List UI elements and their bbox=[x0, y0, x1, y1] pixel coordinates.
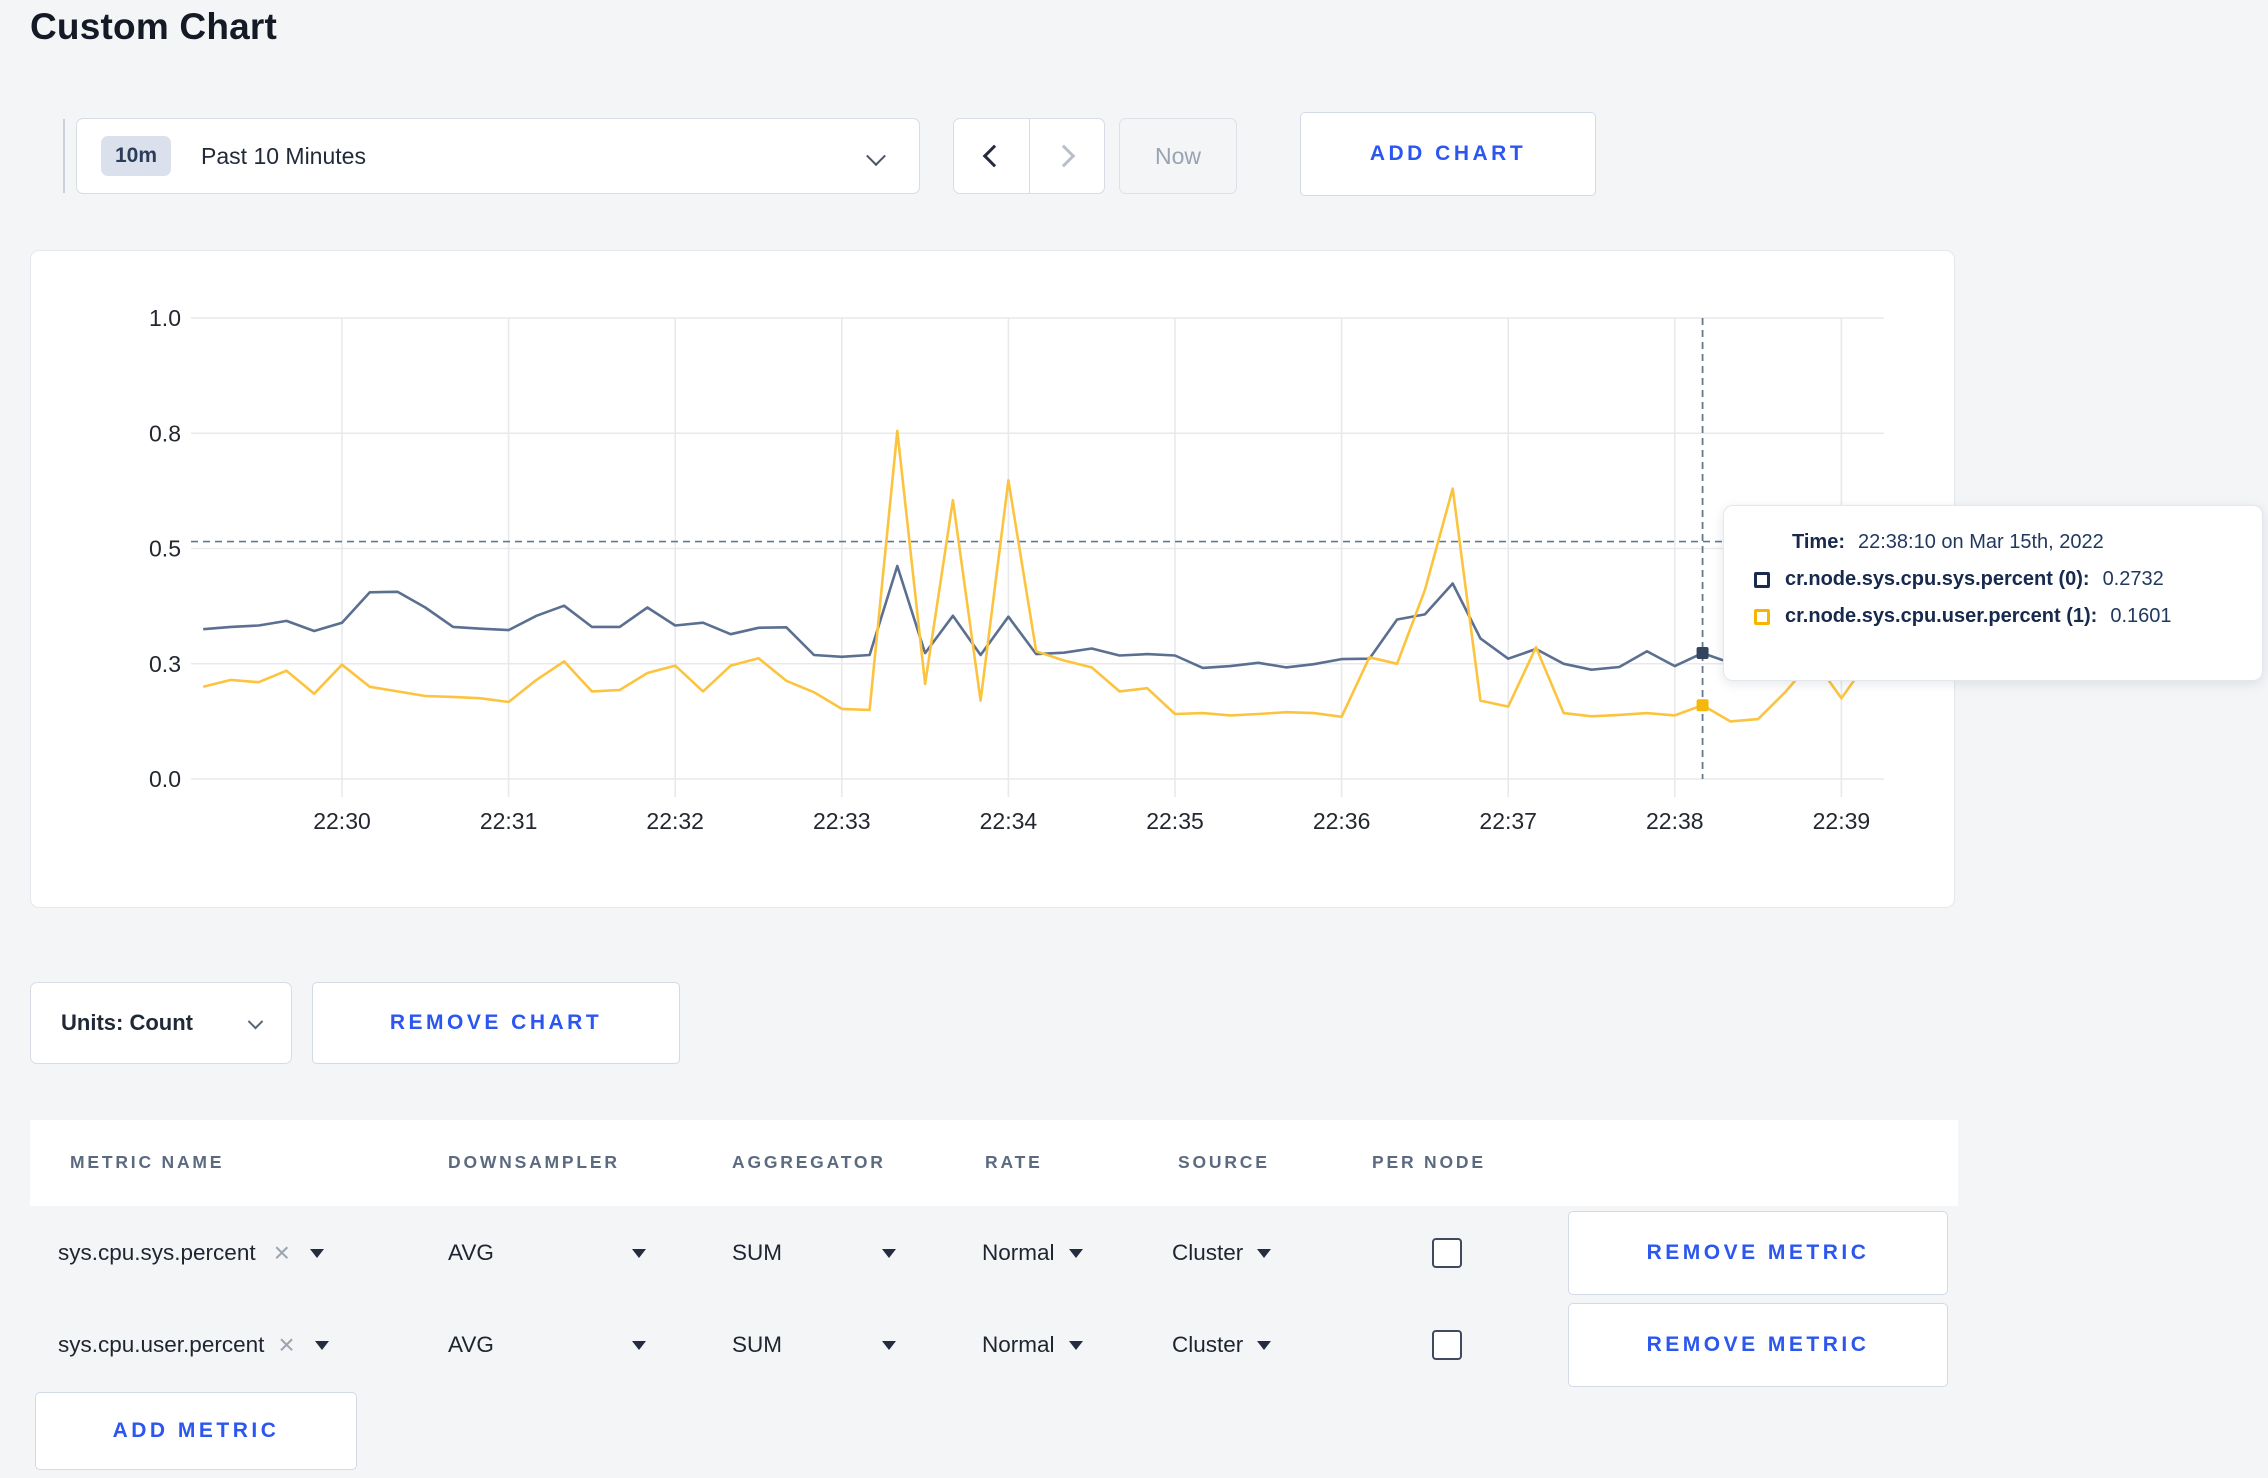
downsampler-select[interactable]: AVG bbox=[448, 1240, 646, 1266]
x-tick-label: 22:33 bbox=[813, 808, 871, 834]
metric-name-select[interactable]: sys.cpu.sys.percent × bbox=[58, 1239, 324, 1267]
units-select[interactable]: Units: Count bbox=[30, 982, 292, 1064]
page-title: Custom Chart bbox=[30, 6, 278, 47]
x-tick-label: 22:31 bbox=[480, 808, 538, 834]
caret-down-icon bbox=[1068, 1248, 1083, 1258]
time-range-badge: 10m bbox=[101, 136, 172, 176]
series-sys-swatch-icon bbox=[1754, 571, 1770, 588]
next-range-button[interactable] bbox=[1028, 119, 1105, 193]
x-tick-label: 22:34 bbox=[980, 808, 1038, 834]
series-user-swatch-icon bbox=[1754, 608, 1770, 625]
rate-select[interactable]: Normal bbox=[982, 1332, 1083, 1358]
per-node-checkbox[interactable] bbox=[1432, 1330, 1462, 1360]
now-button[interactable]: Now bbox=[1119, 118, 1237, 194]
series-line bbox=[202, 429, 1871, 723]
tooltip-series-name: cr.node.sys.cpu.sys.percent (0): bbox=[1785, 568, 2090, 590]
chart-hover-tooltip: Time: 22:38:10 on Mar 15th, 2022 cr.node… bbox=[1723, 505, 2263, 681]
chevron-left-icon bbox=[982, 144, 1006, 168]
x-tick-label: 22:38 bbox=[1646, 808, 1704, 834]
table-row: sys.cpu.sys.percent × AVG SUM Normal Clu… bbox=[0, 1210, 2268, 1296]
caret-down-icon bbox=[631, 1340, 646, 1350]
caret-down-icon bbox=[1257, 1248, 1272, 1258]
remove-metric-button[interactable]: REMOVE METRIC bbox=[1568, 1211, 1948, 1295]
metric-name-select[interactable]: sys.cpu.user.percent × bbox=[58, 1331, 329, 1359]
metrics-table-header: METRIC NAME DOWNSAMPLER AGGREGATOR RATE … bbox=[30, 1120, 1958, 1206]
clear-metric-icon[interactable]: × bbox=[278, 1331, 294, 1359]
aggregator-select[interactable]: SUM bbox=[732, 1240, 896, 1266]
caret-down-icon bbox=[882, 1248, 896, 1258]
caret-down-icon bbox=[1257, 1340, 1272, 1350]
tooltip-series-row: cr.node.sys.cpu.sys.percent (0): 0.2732 bbox=[1754, 568, 2236, 591]
column-header-downsampler: DOWNSAMPLER bbox=[448, 1152, 620, 1172]
x-tick-label: 22:30 bbox=[313, 808, 371, 834]
time-range-label: Past 10 Minutes bbox=[201, 142, 366, 169]
prev-range-button[interactable] bbox=[954, 119, 1029, 193]
chevron-right-icon bbox=[1052, 144, 1076, 168]
cpu-usage-chart[interactable]: 0.0 0.3 0.5 0.8 1.0 22:30 22:31 22:32 22:33 22:34… bbox=[31, 251, 1953, 906]
time-range-select[interactable]: 10m Past 10 Minutes bbox=[76, 118, 920, 194]
table-row: sys.cpu.user.percent × AVG SUM Normal Cl… bbox=[0, 1302, 2268, 1388]
rate-select[interactable]: Normal bbox=[982, 1240, 1083, 1266]
units-label: Units: Count bbox=[61, 1010, 193, 1035]
tooltip-series-name: cr.node.sys.cpu.user.percent (1): bbox=[1785, 605, 2098, 627]
x-tick-label: 22:32 bbox=[646, 808, 704, 834]
remove-metric-button[interactable]: REMOVE METRIC bbox=[1568, 1303, 1948, 1387]
x-tick-label: 22:39 bbox=[1813, 808, 1871, 834]
source-select[interactable]: Cluster bbox=[1172, 1332, 1272, 1358]
column-header-rate: RATE bbox=[985, 1152, 1043, 1172]
tooltip-series-value: 0.2732 bbox=[2102, 568, 2164, 590]
tooltip-series-row: cr.node.sys.cpu.user.percent (1): 0.1601 bbox=[1754, 605, 2236, 628]
caret-down-icon bbox=[314, 1340, 329, 1350]
caret-down-icon bbox=[882, 1340, 896, 1350]
clear-metric-icon[interactable]: × bbox=[274, 1239, 290, 1267]
caret-down-icon bbox=[631, 1248, 646, 1258]
per-node-checkbox[interactable] bbox=[1432, 1238, 1462, 1268]
caret-down-icon bbox=[1068, 1340, 1083, 1350]
range-accent-divider bbox=[63, 119, 65, 193]
column-header-per-node: PER NODE bbox=[1372, 1152, 1486, 1172]
column-header-source: SOURCE bbox=[1178, 1152, 1270, 1172]
y-tick-label: 1.0 bbox=[149, 305, 181, 331]
downsampler-select[interactable]: AVG bbox=[448, 1332, 646, 1358]
column-header-metric-name: METRIC NAME bbox=[70, 1152, 225, 1172]
series-line bbox=[203, 564, 1870, 672]
aggregator-select[interactable]: SUM bbox=[732, 1332, 896, 1358]
add-chart-button[interactable]: ADD CHART bbox=[1300, 112, 1596, 196]
chevron-down-icon bbox=[247, 1013, 264, 1030]
custom-chart-page: Custom Chart 10m Past 10 Minutes Now ADD… bbox=[0, 0, 2268, 1478]
tooltip-time-row: Time: 22:38:10 on Mar 15th, 2022 bbox=[1792, 531, 2236, 554]
x-tick-label: 22:36 bbox=[1313, 808, 1371, 834]
y-tick-label: 0.8 bbox=[149, 420, 181, 446]
tooltip-time-value: 22:38:10 on Mar 15th, 2022 bbox=[1857, 531, 2104, 553]
chart-card: 0.0 0.3 0.5 0.8 1.0 22:30 22:31 22:32 22:33 22:34… bbox=[30, 250, 1955, 908]
x-tick-label: 22:37 bbox=[1479, 808, 1537, 834]
caret-down-icon bbox=[309, 1248, 324, 1258]
chevron-down-icon bbox=[866, 146, 886, 167]
column-header-aggregator: AGGREGATOR bbox=[732, 1152, 886, 1172]
time-nav-group bbox=[953, 118, 1105, 194]
hover-marker bbox=[1696, 647, 1709, 660]
y-tick-label: 0.0 bbox=[149, 766, 181, 792]
y-tick-label: 0.5 bbox=[149, 536, 181, 562]
remove-chart-button[interactable]: REMOVE CHART bbox=[312, 982, 680, 1064]
add-metric-button[interactable]: ADD METRIC bbox=[35, 1392, 357, 1470]
x-tick-label: 22:35 bbox=[1146, 808, 1204, 834]
source-select[interactable]: Cluster bbox=[1172, 1240, 1272, 1266]
hover-marker bbox=[1696, 699, 1709, 712]
tooltip-series-value: 0.1601 bbox=[2110, 605, 2172, 627]
tooltip-time-label: Time: bbox=[1792, 531, 1845, 553]
y-tick-label: 0.3 bbox=[149, 651, 181, 677]
